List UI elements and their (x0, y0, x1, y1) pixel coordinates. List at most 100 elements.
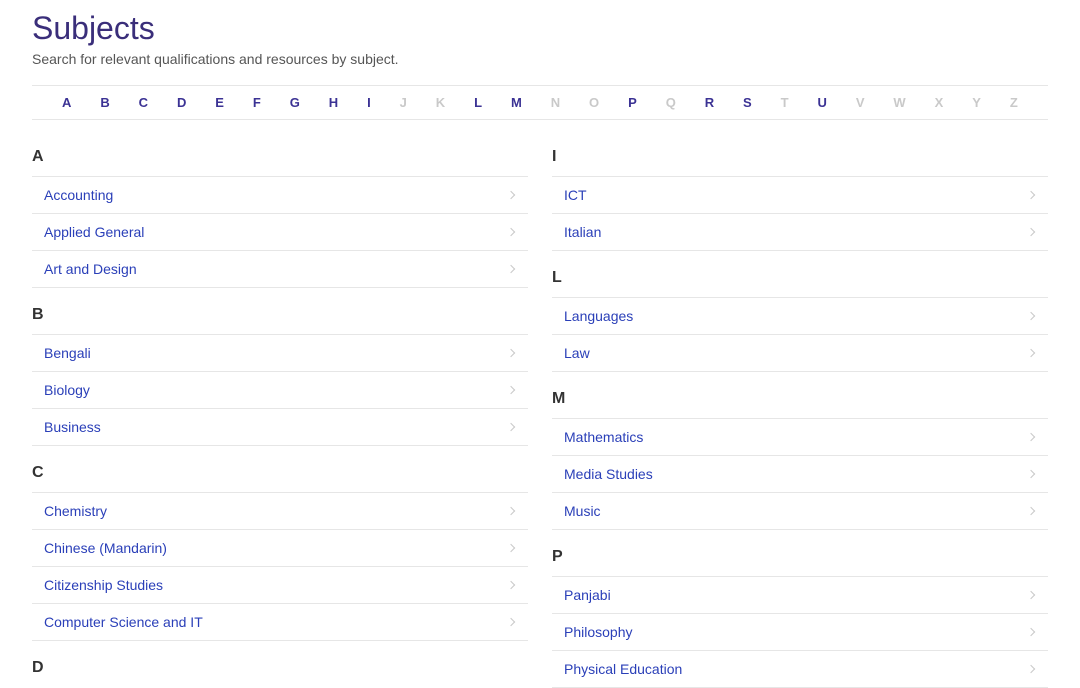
section-i: I ICT Italian (552, 148, 1048, 251)
chevron-right-icon (507, 386, 515, 394)
chevron-right-icon (1027, 433, 1035, 441)
subject-link[interactable]: Business (44, 419, 101, 435)
subject-item[interactable]: Italian (552, 214, 1048, 251)
subject-item[interactable]: Art and Design (32, 251, 528, 288)
alpha-link-z: Z (1010, 95, 1018, 110)
letter-heading-m: M (552, 390, 1048, 408)
subject-item[interactable]: Media Studies (552, 456, 1048, 493)
alpha-link-q: Q (666, 95, 676, 110)
chevron-right-icon (1027, 349, 1035, 357)
subject-list: Languages Law (552, 297, 1048, 372)
subject-list: Accounting Applied General Art and Design (32, 176, 528, 288)
alpha-link-a[interactable]: A (62, 95, 71, 110)
alpha-nav: ABCDEFGHIJKLMNOPQRSTUVWXYZ (32, 85, 1048, 120)
right-column: I ICT Italian L Languages Law M Mathematics Medi… (552, 148, 1048, 688)
subject-item[interactable]: Music (552, 493, 1048, 530)
chevron-right-icon (507, 581, 515, 589)
alpha-link-f[interactable]: F (253, 95, 261, 110)
alpha-link-v: V (856, 95, 865, 110)
section-c: C Chemistry Chinese (Mandarin) Citizenship … (32, 464, 528, 641)
subject-list: ICT Italian (552, 176, 1048, 251)
subject-link[interactable]: Philosophy (564, 624, 633, 640)
alpha-link-x: X (935, 95, 944, 110)
subject-link[interactable]: Computer Science and IT (44, 614, 203, 630)
subject-item[interactable]: Mathematics (552, 419, 1048, 456)
letter-heading-a: A (32, 148, 528, 166)
alpha-link-l[interactable]: L (474, 95, 482, 110)
subject-item[interactable]: Accounting (32, 177, 528, 214)
subject-list: Chemistry Chinese (Mandarin) Citizenship S… (32, 492, 528, 641)
chevron-right-icon (1027, 665, 1035, 673)
alpha-link-h[interactable]: H (329, 95, 338, 110)
alpha-link-t: T (781, 95, 789, 110)
alpha-link-j: J (400, 95, 407, 110)
subject-link[interactable]: Music (564, 503, 601, 519)
section-m: M Mathematics Media Studies Music (552, 390, 1048, 530)
subject-item[interactable]: Languages (552, 298, 1048, 335)
subject-columns: A Accounting Applied General Art and Design… (32, 148, 1048, 688)
subject-link[interactable]: Physical Education (564, 661, 682, 677)
subject-item[interactable]: Biology (32, 372, 528, 409)
chevron-right-icon (507, 265, 515, 273)
section-d: D (32, 659, 528, 677)
subject-item[interactable]: Citizenship Studies (32, 567, 528, 604)
chevron-right-icon (507, 191, 515, 199)
subject-link[interactable]: Mathematics (564, 429, 643, 445)
subject-item[interactable]: Computer Science and IT (32, 604, 528, 641)
chevron-right-icon (507, 507, 515, 515)
subject-link[interactable]: Accounting (44, 187, 113, 203)
subject-link[interactable]: Languages (564, 308, 633, 324)
chevron-right-icon (507, 423, 515, 431)
subject-item[interactable]: Bengali (32, 335, 528, 372)
subject-item[interactable]: Chemistry (32, 493, 528, 530)
subject-link[interactable]: Applied General (44, 224, 144, 240)
letter-heading-i: I (552, 148, 1048, 166)
alpha-link-i[interactable]: I (367, 95, 371, 110)
chevron-right-icon (1027, 591, 1035, 599)
alpha-link-b[interactable]: B (100, 95, 109, 110)
chevron-right-icon (1027, 312, 1035, 320)
alpha-link-e[interactable]: E (215, 95, 224, 110)
alpha-link-r[interactable]: R (705, 95, 714, 110)
subject-link[interactable]: Art and Design (44, 261, 137, 277)
alpha-link-k: K (436, 95, 445, 110)
subject-link[interactable]: Media Studies (564, 466, 653, 482)
chevron-right-icon (1027, 470, 1035, 478)
letter-heading-c: C (32, 464, 528, 482)
alpha-link-u[interactable]: U (818, 95, 827, 110)
alpha-link-g[interactable]: G (290, 95, 300, 110)
section-a: A Accounting Applied General Art and Design (32, 148, 528, 288)
subject-link[interactable]: ICT (564, 187, 587, 203)
letter-heading-p: P (552, 548, 1048, 566)
subject-item[interactable]: Philosophy (552, 614, 1048, 651)
subject-item[interactable]: Applied General (32, 214, 528, 251)
subject-item[interactable]: Panjabi (552, 577, 1048, 614)
subject-link[interactable]: Panjabi (564, 587, 611, 603)
section-b: B Bengali Biology Business (32, 306, 528, 446)
subject-link[interactable]: Biology (44, 382, 90, 398)
alpha-link-c[interactable]: C (139, 95, 148, 110)
subject-link[interactable]: Chemistry (44, 503, 107, 519)
subject-item[interactable]: Chinese (Mandarin) (32, 530, 528, 567)
subject-item[interactable]: Physical Education (552, 651, 1048, 688)
left-column: A Accounting Applied General Art and Design… (32, 148, 528, 688)
subject-link[interactable]: Citizenship Studies (44, 577, 163, 593)
alpha-link-s[interactable]: S (743, 95, 752, 110)
subject-item[interactable]: ICT (552, 177, 1048, 214)
subject-link[interactable]: Italian (564, 224, 601, 240)
alpha-link-d[interactable]: D (177, 95, 186, 110)
alpha-link-y: Y (972, 95, 981, 110)
subject-item[interactable]: Law (552, 335, 1048, 372)
subject-list: Bengali Biology Business (32, 334, 528, 446)
subject-item[interactable]: Business (32, 409, 528, 446)
chevron-right-icon (507, 228, 515, 236)
letter-heading-b: B (32, 306, 528, 324)
chevron-right-icon (1027, 628, 1035, 636)
alpha-link-w: W (893, 95, 905, 110)
letter-heading-l: L (552, 269, 1048, 287)
subject-link[interactable]: Chinese (Mandarin) (44, 540, 167, 556)
alpha-link-p[interactable]: P (628, 95, 637, 110)
subject-link[interactable]: Bengali (44, 345, 91, 361)
alpha-link-m[interactable]: M (511, 95, 522, 110)
subject-link[interactable]: Law (564, 345, 590, 361)
